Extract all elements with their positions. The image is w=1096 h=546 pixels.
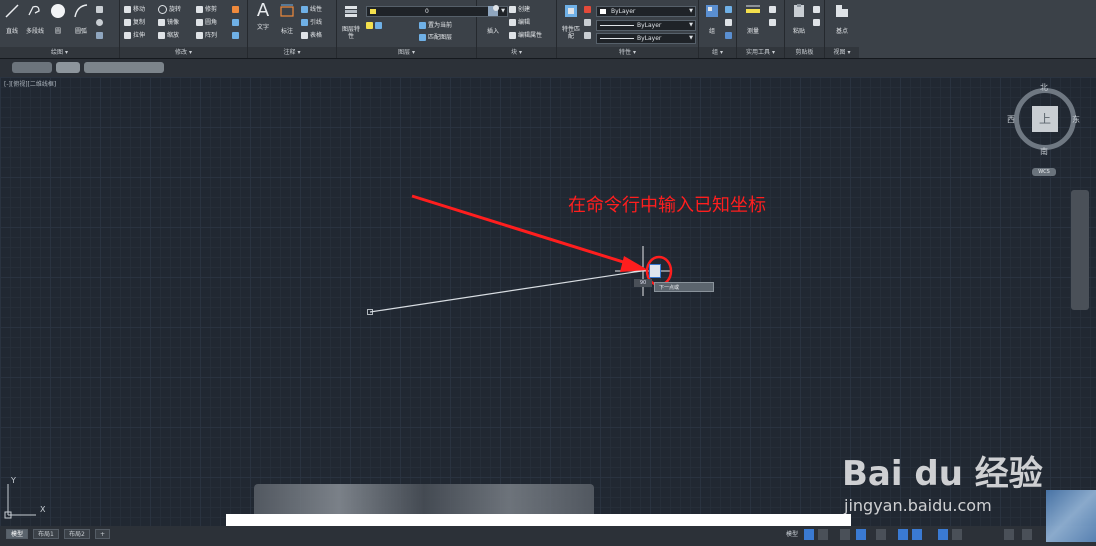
compass-south[interactable]: 南 [1040,146,1048,157]
ucs-y-label: Y [11,476,16,485]
model-space-button[interactable]: 模型 [783,529,801,540]
snap-toggle[interactable] [818,529,828,540]
ucs-x-label: X [40,505,46,514]
otrack-toggle[interactable] [912,529,922,540]
settings-gear-button[interactable] [1004,529,1014,540]
tab-model[interactable]: 模型 [6,529,29,539]
tab-layout1[interactable]: 布局1 [33,529,59,539]
annotation-caption: 在命令行中输入已知坐标 [568,195,766,216]
drawn-line [369,269,649,313]
tooltip-text: 下一点或 [659,285,680,291]
autocad-window: 直线 多段线 圆 圆弧 绘图 ▾ 移动 旋转 修剪 复制 镜像 圆角 拉伸 缩放… [0,0,1096,546]
workspace-button[interactable] [952,529,962,540]
command-tooltip: 下一点或 [654,282,714,292]
tab-add-layout[interactable]: + [95,529,111,539]
status-bar [0,526,1096,546]
tab-layout2[interactable]: 布局2 [64,529,90,539]
compass-west[interactable]: 西 [1007,114,1015,125]
baidu-watermark-logo: Bai du 经验 [842,454,1043,494]
wcs-menu[interactable]: WCS [1032,168,1056,176]
annotation-scale-button[interactable] [938,529,948,540]
grid-toggle[interactable] [804,529,814,540]
compass-north[interactable]: 北 [1040,82,1048,93]
isodraft-toggle[interactable] [876,529,886,540]
navigation-bar[interactable] [1071,190,1089,310]
polar-toggle[interactable] [856,529,866,540]
baidu-watermark-url: jingyan.baidu.com [844,496,992,515]
osnap-toggle[interactable] [898,529,908,540]
command-line-input[interactable] [226,514,851,526]
viewcube-top-face[interactable]: 上 [1032,106,1058,132]
watermark-blurred-corner [1046,490,1096,542]
compass-east[interactable]: 东 [1072,114,1080,125]
ortho-toggle[interactable] [840,529,850,540]
annotation-arrow-head [620,256,648,272]
customize-menu-button[interactable] [1022,529,1032,540]
dynamic-input-box[interactable] [649,264,661,278]
dynamic-input-value[interactable]: 90 [634,279,652,287]
